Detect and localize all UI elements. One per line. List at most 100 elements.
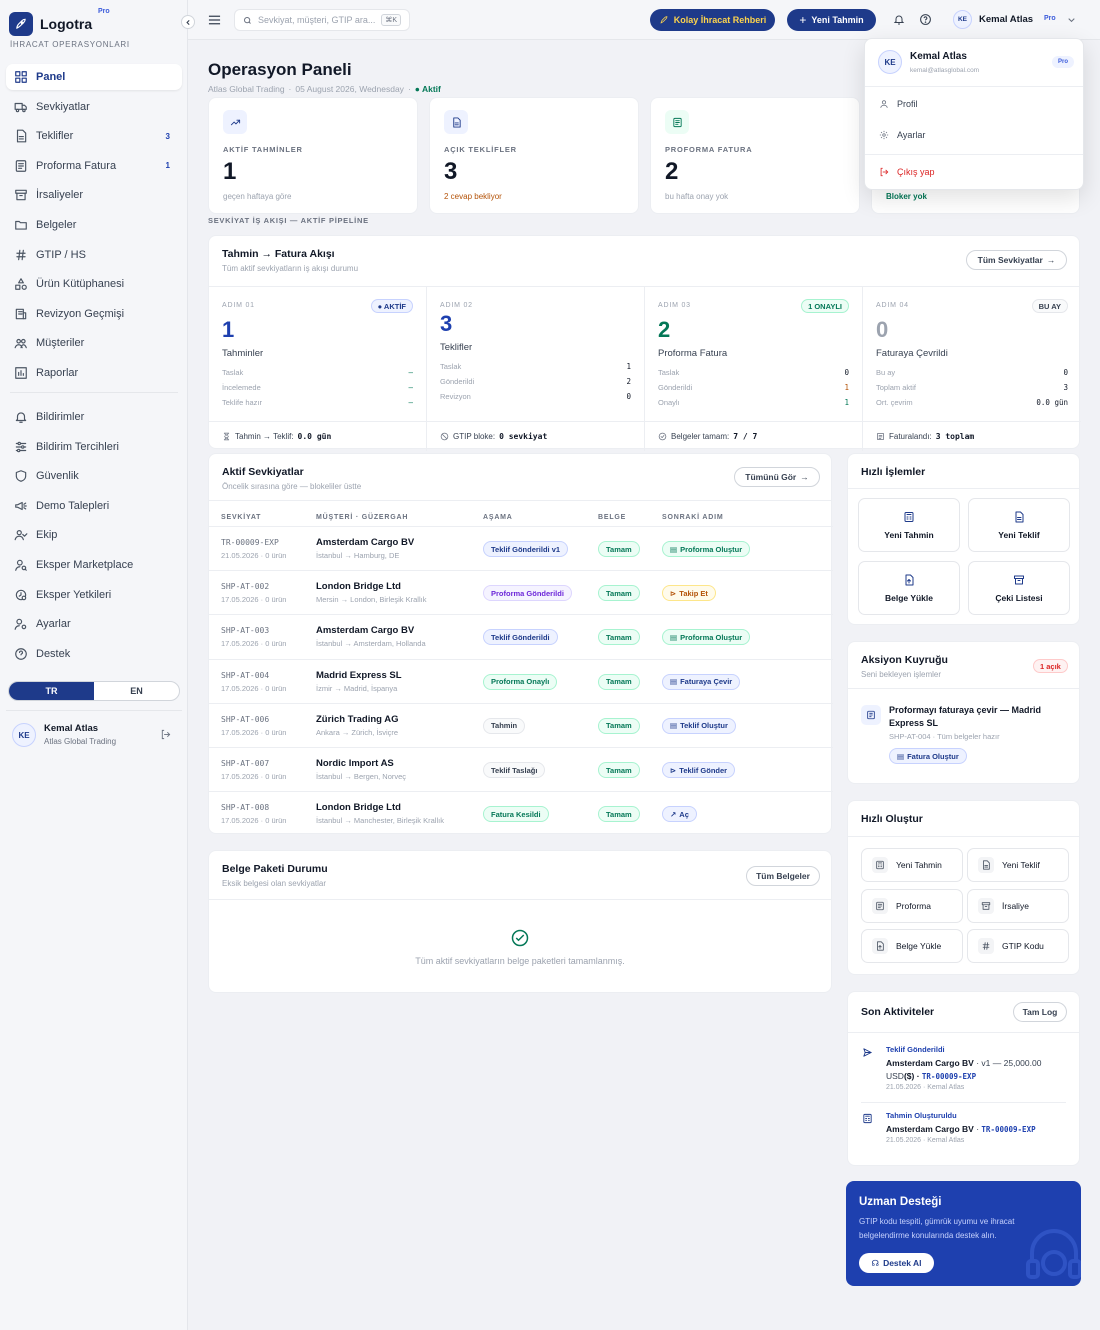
kpi-card[interactable]: PROFORMA FATURA 2 bu hafta onay yok (650, 97, 860, 214)
export-guide-button[interactable]: Kolay İhracat Rehberi (650, 9, 775, 31)
quick-actions-card: Hızlı İşlemler Yeni Tahmin Yeni Teklif Bel… (847, 453, 1080, 625)
view-all-button[interactable]: Tümünü Gör → (734, 467, 820, 487)
table-row[interactable]: SHP-AT-003 17.05.2026 · 0 ürün Amsterdam C… (209, 614, 833, 658)
doc-status-badge: Tamam (598, 806, 640, 823)
sidebar-item-user-gear[interactable]: Ayarlar (6, 611, 182, 637)
activity-ref-link[interactable]: TR-00009-EXP (922, 1072, 976, 1081)
shipment-code[interactable]: SHP-AT-008 (221, 803, 269, 812)
next-step-button[interactable]: ▤ Teklif Oluştur (662, 717, 736, 734)
sidebar-item-history[interactable]: Revizyon Geçmişi (6, 301, 182, 327)
sidebar-item-key[interactable]: Eksper Yetkileri (6, 582, 182, 608)
quick-create-button[interactable]: GTIP Kodu (967, 929, 1069, 963)
queue-item-title[interactable]: Proformayı faturaya çevir — Madrid Expre… (889, 704, 1069, 730)
lang-en-button[interactable]: EN (94, 682, 179, 700)
sidebar-item-team[interactable]: Ekip (6, 522, 182, 548)
sidebar-item-shield[interactable]: Güvenlik (6, 463, 182, 489)
quick-create-button[interactable]: Proforma (861, 888, 963, 923)
sidebar-item-help[interactable]: Destek (6, 641, 182, 667)
all-documents-button[interactable]: Tüm Belgeler (746, 866, 820, 886)
step-footer-value: 0 sevkiyat (499, 432, 548, 441)
table-row[interactable]: SHP-AT-007 17.05.2026 · 0 ürün Nordic Impo… (209, 747, 833, 791)
step-footer-label: Tahmin → Teklif: (235, 432, 294, 441)
shipment-code[interactable]: SHP-AT-007 (221, 759, 269, 768)
next-step-button[interactable]: ⊳ Takip Et (662, 585, 716, 602)
shipment-code[interactable]: SHP-AT-006 (221, 715, 269, 724)
sidebar-item-label: Müşteriler (36, 337, 85, 350)
kpi-card[interactable]: AKTİF TAHMİNLER 1 geçen haftaya göre (208, 97, 418, 214)
settings-menu-item[interactable]: Ayarlar (879, 130, 925, 140)
quick-create-button[interactable]: Yeni Teklif (967, 848, 1069, 882)
next-step-button[interactable]: ▤ Faturaya Çevir (662, 673, 741, 690)
create-invoice-button[interactable]: ▤ Fatura Oluştur (889, 748, 967, 764)
table-row[interactable]: SHP-AT-006 17.05.2026 · 0 ürün Zürich Trad… (209, 702, 833, 747)
sidebar-item-document[interactable]: Teklifler 3 (6, 123, 182, 149)
shipment-code[interactable]: SHP-AT-003 (221, 626, 269, 635)
step-row: Taslak 1 (440, 362, 631, 372)
quick-action-button[interactable]: Çeki Listesi (968, 561, 1070, 615)
pipeline-step[interactable]: ADIM 01 ● AKTİF 1 Tahminler Taslak – İncelemed… (209, 286, 427, 421)
quick-create-button[interactable]: Yeni Tahmin (861, 848, 963, 882)
quick-action-button[interactable]: Yeni Teklif (968, 498, 1070, 552)
lang-tr-button[interactable]: TR (9, 682, 94, 700)
table-row[interactable]: SHP-AT-004 17.05.2026 · 0 ürün Madrid Expr… (209, 658, 833, 703)
all-shipments-button[interactable]: Tüm Sevkiyatlar → (966, 250, 1067, 270)
sidebar-item-megaphone[interactable]: Demo Talepleri (6, 493, 182, 519)
pipeline-step[interactable]: ADIM 04 BU AY 0 Faturaya Çevrildi Bu ay 0 Topl… (863, 286, 1081, 421)
activity-customer: Amsterdam Cargo BV (886, 1124, 974, 1134)
sidebar-item-users[interactable]: Müşteriler (6, 330, 182, 356)
logo-rocket-icon[interactable] (9, 12, 33, 36)
sidebar-item-truck[interactable]: Sevkiyatlar (6, 94, 182, 120)
language-toggle[interactable]: TR EN (8, 681, 180, 701)
activity-text[interactable]: Amsterdam Cargo BV · TR-00009-EXP (886, 1123, 1071, 1136)
new-estimate-button[interactable]: + Yeni Tahmin (787, 9, 876, 31)
sidebar-user[interactable]: KE Kemal Atlas Atlas Global Trading (6, 710, 182, 758)
quick-action-label: Çeki Listesi (995, 592, 1043, 603)
sidebar-item-shapes[interactable]: Ürün Kütüphanesi (6, 271, 182, 297)
table-row[interactable]: SHP-AT-002 17.05.2026 · 0 ürün London Brid… (209, 570, 833, 614)
quick-action-button[interactable]: Yeni Tahmin (858, 498, 960, 552)
next-step-button[interactable]: ⊳ Teklif Gönder (662, 762, 736, 778)
expert-icon (14, 558, 28, 572)
quick-create-button[interactable]: Belge Yükle (861, 929, 963, 963)
sidebar-item-sliders[interactable]: Bildirim Tercihleri (6, 434, 182, 460)
sidebar-item-chart[interactable]: Raporlar (6, 360, 182, 386)
next-step-button[interactable]: ▤ Proforma Oluştur (662, 541, 751, 557)
bell-icon[interactable] (893, 13, 905, 26)
sidebar-item-folder[interactable]: Belgeler (6, 212, 182, 238)
pipeline-step[interactable]: ADIM 03 1 ONAYLI 2 Proforma Fatura Taslak 0 Gö… (645, 286, 863, 421)
shipment-code[interactable]: SHP-AT-004 (221, 671, 269, 680)
sidebar-item-expert[interactable]: Eksper Marketplace (6, 552, 182, 578)
kpi-card[interactable]: AÇIK TEKLİFLER 3 2 cevap bekliyor (429, 97, 639, 214)
quick-action-button[interactable]: Belge Yükle (858, 561, 960, 615)
quick-create-button[interactable]: İrsaliye (967, 888, 1069, 923)
shipment-code[interactable]: SHP-AT-002 (221, 582, 269, 591)
brand-name[interactable]: Logotra (40, 16, 92, 32)
create-invoice-label: Fatura Oluştur (907, 751, 959, 761)
activity-text[interactable]: Amsterdam Cargo BV · v1 — 25,000.00 USD(… (886, 1057, 1071, 1083)
table-row[interactable]: SHP-AT-008 17.05.2026 · 0 ürün London Brid… (209, 791, 833, 835)
quick-action-label: Yeni Tahmin (884, 529, 934, 540)
docs-subtitle: Eksik belgesi olan sevkiyatlar (222, 879, 327, 888)
sidebar-item-hash[interactable]: GTIP / HS (6, 242, 182, 268)
menu-icon[interactable] (208, 14, 221, 26)
sidebar-item-archive[interactable]: İrsaliyeler (6, 182, 182, 208)
logout-menu-item[interactable]: Çıkış yap (879, 167, 935, 177)
help-icon[interactable] (919, 13, 932, 26)
get-support-button[interactable]: ☊ Destek Al (859, 1253, 934, 1273)
sidebar-item-bell[interactable]: Bildirimler (6, 404, 182, 430)
full-log-button[interactable]: Tam Log (1013, 1002, 1067, 1022)
next-step-button[interactable]: ▤ Proforma Oluştur (662, 629, 751, 646)
sidebar-item-grid[interactable]: Panel (6, 64, 182, 90)
step-row-value: – (408, 368, 413, 377)
user-menu-trigger[interactable]: KE Kemal Atlas Pro (950, 8, 1083, 32)
shipment-code[interactable]: TR-00009-EXP (221, 538, 279, 547)
profile-menu-item[interactable]: Profil (879, 99, 918, 109)
table-row[interactable]: TR-00009-EXP 21.05.2026 · 0 ürün Amsterdam… (209, 526, 833, 570)
pipeline-step[interactable]: ADIM 02 3 Teklifler Taslak 1 Gönderildi 2 Reviz… (427, 286, 645, 421)
search-input[interactable]: Sevkiyat, müşteri, GTIP ara... ⌘K (234, 9, 410, 31)
next-step-button[interactable]: ↗ Aç (662, 806, 697, 823)
collapse-sidebar-button[interactable] (181, 15, 195, 29)
sidebar-item-invoice[interactable]: Proforma Fatura 1 (6, 153, 182, 179)
activity-ref-link[interactable]: TR-00009-EXP (981, 1125, 1035, 1134)
logout-icon[interactable] (160, 729, 171, 740)
